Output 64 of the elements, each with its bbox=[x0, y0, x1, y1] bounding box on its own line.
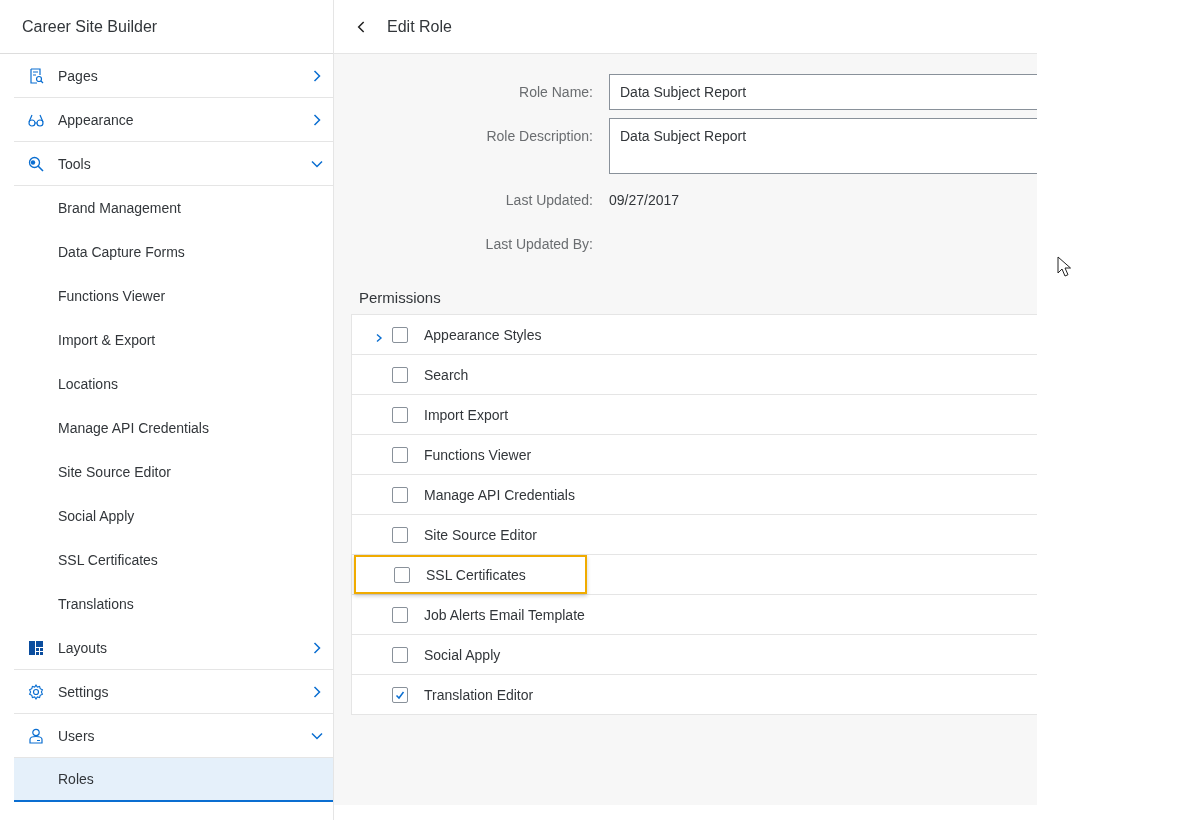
permission-label: Site Source Editor bbox=[424, 526, 537, 543]
section-title: Permissions bbox=[359, 287, 442, 308]
permission-label: Functions Viewer bbox=[424, 446, 532, 463]
nav-item[interactable]: Layouts bbox=[14, 626, 333, 670]
checkbox[interactable] bbox=[392, 366, 408, 383]
checkbox[interactable] bbox=[394, 566, 410, 583]
page-search-icon bbox=[28, 67, 44, 84]
nav-label: Pages bbox=[58, 67, 99, 84]
nav-subitem[interactable]: Data Capture Forms bbox=[14, 230, 333, 274]
chevron-right-icon bbox=[311, 685, 323, 698]
layout-icon bbox=[28, 639, 44, 656]
nav-subitem[interactable]: Site Source Editor bbox=[14, 450, 333, 494]
user-icon bbox=[28, 727, 44, 744]
permission-label: Search bbox=[424, 366, 469, 383]
nav-subitem[interactable]: Social Apply bbox=[14, 494, 333, 538]
sidebar-title: Career Site Builder bbox=[0, 0, 333, 54]
nav-subitem[interactable]: Import & Export bbox=[14, 318, 333, 362]
nav-label: Users bbox=[58, 727, 96, 744]
checkbox[interactable] bbox=[392, 326, 408, 343]
nav-subitem[interactable]: Roles bbox=[14, 758, 333, 802]
permission-label: Social Apply bbox=[424, 646, 501, 663]
field-label: Last Updated: bbox=[504, 191, 594, 210]
expand-icon[interactable] bbox=[374, 332, 384, 343]
field-value: 09/27/2017 bbox=[609, 191, 680, 210]
nav-label: Settings bbox=[58, 683, 110, 700]
nav-label: Appearance bbox=[58, 111, 135, 128]
checkbox[interactable] bbox=[392, 446, 408, 463]
checkbox[interactable] bbox=[392, 646, 408, 663]
field-label: Role Name: bbox=[518, 83, 594, 102]
nav-item[interactable]: Settings bbox=[14, 670, 333, 714]
nav-subitem[interactable]: Brand Management bbox=[14, 186, 333, 230]
permission-label: Appearance Styles bbox=[424, 326, 542, 343]
page-title: Edit Role bbox=[387, 17, 452, 36]
magnifier-icon bbox=[28, 155, 44, 172]
permission-label: SSL Certificates bbox=[426, 566, 526, 583]
textarea-field[interactable]: Data Subject Report bbox=[609, 118, 1037, 174]
nav-subitem[interactable]: Translations bbox=[14, 582, 333, 626]
back-icon[interactable] bbox=[357, 19, 367, 34]
checkbox[interactable] bbox=[392, 686, 408, 703]
nav-label: Tools bbox=[58, 155, 92, 172]
permission-label: Job Alerts Email Template bbox=[424, 606, 585, 623]
chevron-right-icon bbox=[311, 641, 323, 654]
nav-subitem[interactable]: Locations bbox=[14, 362, 333, 406]
settings-icon bbox=[28, 683, 44, 700]
chevron-right-icon bbox=[311, 69, 323, 82]
checkbox[interactable] bbox=[392, 486, 408, 503]
permission-label: Import Export bbox=[424, 406, 509, 423]
checkbox[interactable] bbox=[392, 606, 408, 623]
checkbox[interactable] bbox=[392, 406, 408, 423]
field-label: Role Description: bbox=[485, 127, 594, 146]
permission-label: Translation Editor bbox=[424, 686, 534, 703]
input-field[interactable]: Data Subject Report bbox=[609, 74, 1037, 110]
nav-label: Layouts bbox=[58, 639, 109, 656]
field-label: Last Updated By: bbox=[484, 235, 594, 254]
mouse-pointer-icon bbox=[1057, 256, 1071, 278]
nav-subitem[interactable]: SSL Certificates bbox=[14, 538, 333, 582]
nav-item[interactable]: Pages bbox=[14, 54, 333, 98]
chevron-right-icon bbox=[311, 113, 323, 126]
nav-subitem[interactable]: Manage API Credentials bbox=[14, 406, 333, 450]
nav-item[interactable]: Tools bbox=[14, 142, 333, 186]
nav-item[interactable]: Appearance bbox=[14, 98, 333, 142]
permission-label: Manage API Credentials bbox=[424, 486, 575, 503]
nav-subitem[interactable]: Functions Viewer bbox=[14, 274, 333, 318]
checkbox[interactable] bbox=[392, 526, 408, 543]
